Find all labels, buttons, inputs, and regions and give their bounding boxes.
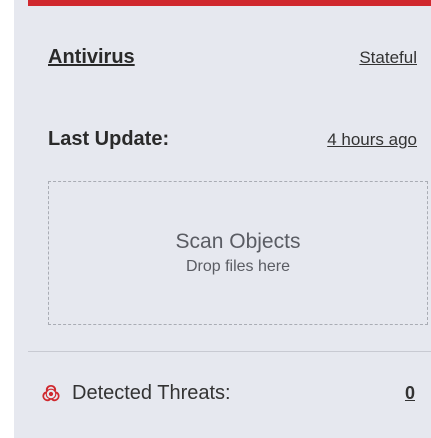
dropzone-subtitle: Drop files here (185, 258, 291, 275)
last-update-link[interactable]: 4 hours ago (327, 130, 417, 150)
top-accent-bar (28, 0, 431, 6)
detected-threats-label: Detected Threats: (72, 382, 231, 404)
dropzone-title: Scan Objects (175, 230, 301, 253)
threats-row: Detected Threats: 0 (42, 382, 417, 405)
scan-dropzone[interactable]: Scan Objects Drop files here (48, 181, 428, 325)
antivirus-header-row: Antivirus Stateful (48, 46, 417, 69)
detected-threats-count[interactable]: 0 (405, 383, 415, 404)
antivirus-link[interactable]: Antivirus (48, 46, 135, 69)
mode-link[interactable]: Stateful (359, 48, 417, 68)
section-divider (28, 351, 431, 352)
threats-left-group: Detected Threats: (42, 382, 231, 405)
last-update-row: Last Update: 4 hours ago (48, 128, 417, 151)
last-update-label: Last Update: (48, 128, 170, 150)
antivirus-panel: Antivirus Stateful Last Update: 4 hours … (0, 0, 431, 438)
biohazard-icon (40, 383, 62, 405)
